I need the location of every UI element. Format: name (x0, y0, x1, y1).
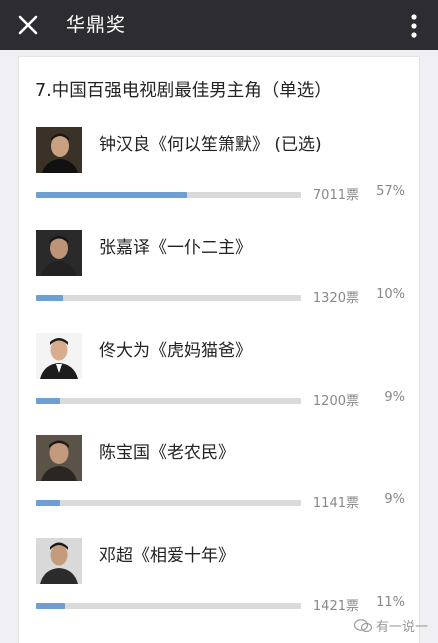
poll-option[interactable]: 张嘉译《一仆二主》 1320票 10% (19, 230, 421, 334)
poll-question: 7.中国百强电视剧最佳男主角（单选） (35, 81, 332, 101)
vote-count: 1421票 (312, 599, 359, 614)
vote-progress-fill (36, 603, 66, 609)
poll-option[interactable]: 钟汉良《何以笙箫默》 (已选) 7011票 57% (19, 127, 421, 231)
vote-progress-fill (36, 295, 63, 301)
vote-progress-fill (36, 398, 60, 404)
vote-percent: 10% (376, 287, 405, 302)
top-bar: 华鼎奖 (0, 0, 438, 50)
vote-count: 1141票 (312, 496, 359, 511)
close-icon[interactable] (14, 11, 42, 39)
vote-progress-bar (36, 603, 301, 609)
vote-count: 1200票 (312, 394, 359, 409)
chat-bubble-icon (353, 618, 372, 632)
avatar (36, 333, 82, 379)
poll-option[interactable]: 佟大为《虎妈猫爸》 1200票 9% (19, 333, 421, 437)
vote-progress-fill (36, 192, 188, 198)
option-label: 邓超《相爱十年》 (99, 546, 235, 566)
option-label: 陈宝国《老农民》 (99, 443, 235, 463)
vote-progress-bar (36, 192, 301, 198)
watermark: 有一说一 (353, 616, 428, 635)
page-title: 华鼎奖 (66, 14, 127, 36)
vote-count: 1320票 (312, 291, 359, 306)
vote-percent: 57% (376, 184, 405, 199)
vote-percent: 11% (376, 595, 405, 610)
vote-progress-bar (36, 295, 301, 301)
avatar (36, 538, 82, 584)
vote-count: 7011票 (312, 188, 359, 203)
avatar (36, 435, 82, 481)
watermark-text: 有一说一 (375, 620, 428, 635)
option-label: 佟大为《虎妈猫爸》 (99, 341, 252, 361)
avatar (36, 230, 82, 276)
option-label: 张嘉译《一仆二主》 (99, 238, 252, 258)
avatar (36, 127, 82, 173)
vote-progress-bar (36, 500, 301, 506)
vote-percent: 9% (384, 492, 405, 507)
vote-progress-bar (36, 398, 301, 404)
vote-percent: 9% (384, 390, 405, 405)
poll-card: 7.中国百强电视剧最佳男主角（单选） 钟汉良《何以笙箫默》 (已选) 7011票… (18, 56, 420, 643)
poll-option[interactable]: 陈宝国《老农民》 1141票 9% (19, 435, 421, 539)
more-vertical-icon[interactable] (410, 13, 418, 39)
option-label: 钟汉良《何以笙箫默》 (已选) (99, 135, 322, 155)
vote-progress-fill (36, 500, 60, 506)
